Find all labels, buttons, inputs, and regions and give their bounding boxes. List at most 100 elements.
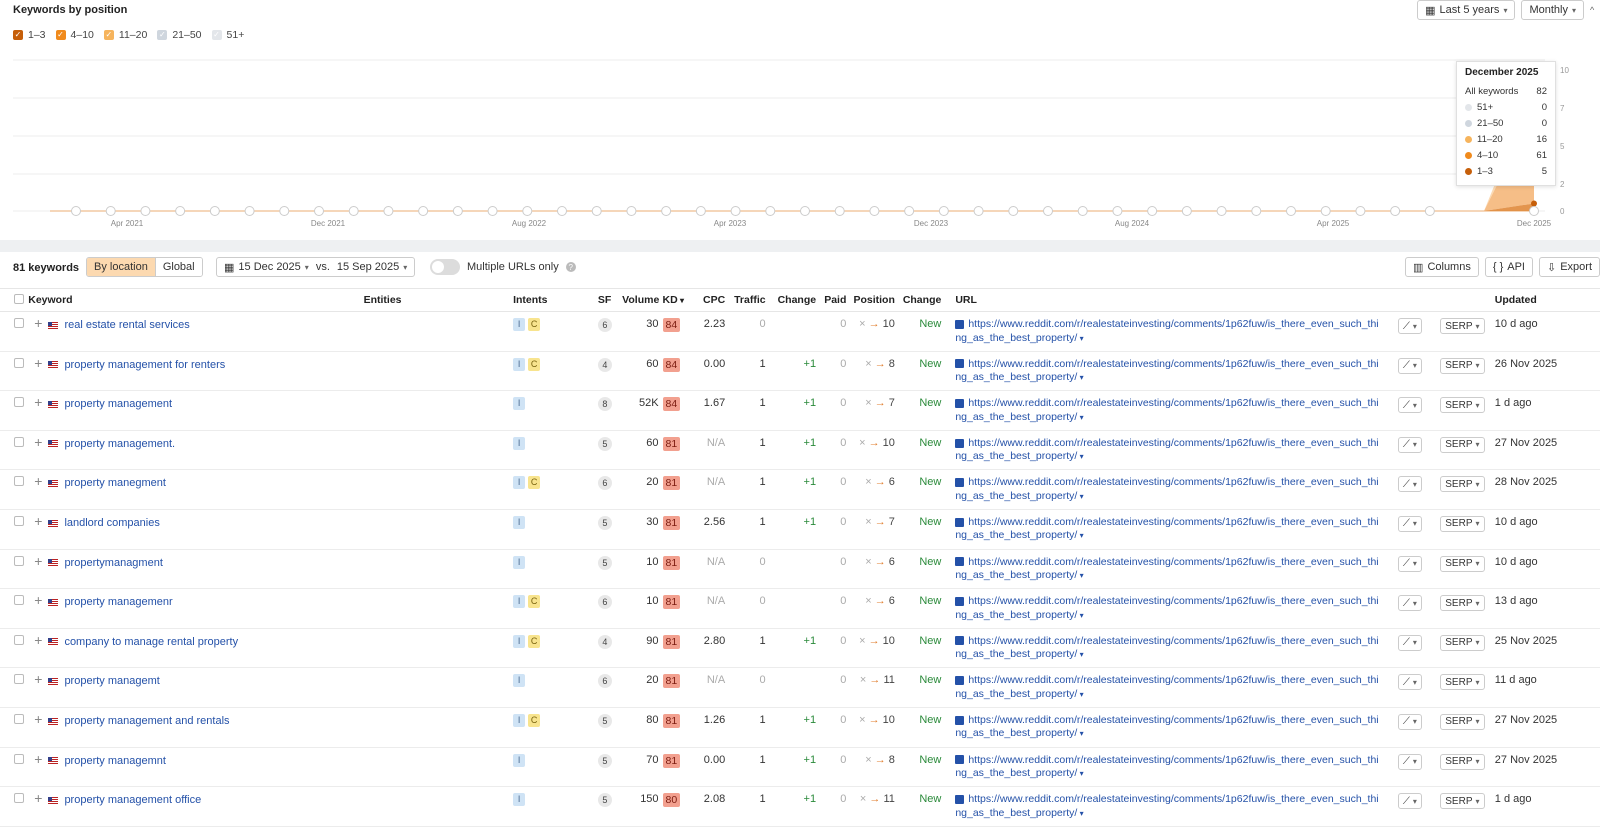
api-button[interactable]: { } API bbox=[1484, 257, 1533, 277]
header-position-change[interactable]: Change bbox=[896, 288, 944, 312]
serp-button[interactable]: SERP ▾ bbox=[1440, 357, 1485, 374]
header-sf[interactable]: SF bbox=[595, 288, 621, 312]
row-checkbox[interactable] bbox=[14, 357, 24, 368]
row-checkbox[interactable] bbox=[14, 634, 24, 645]
serp-button[interactable]: SERP ▾ bbox=[1440, 318, 1485, 334]
url-dropdown-icon[interactable]: ▾ bbox=[1077, 413, 1084, 422]
row-checkbox[interactable] bbox=[14, 476, 24, 487]
legend-item[interactable]: ✓ 1–3 bbox=[13, 29, 46, 41]
keyword-link[interactable]: company to manage rental property bbox=[64, 636, 238, 648]
serp-button[interactable]: SERP ▾ bbox=[1440, 713, 1485, 730]
row-checkbox[interactable] bbox=[14, 595, 24, 606]
row-checkbox[interactable] bbox=[14, 674, 24, 685]
trend-button[interactable]: ⟋ ▾ bbox=[1397, 753, 1422, 770]
interval-dropdown[interactable]: Monthly ▾ bbox=[1521, 0, 1584, 20]
sf-badge[interactable]: 8 bbox=[597, 397, 612, 412]
serp-button[interactable]: SERP ▾ bbox=[1440, 674, 1485, 691]
row-checkbox[interactable] bbox=[14, 555, 24, 566]
sf-badge[interactable]: 5 bbox=[597, 753, 612, 768]
header-intents[interactable]: Intents bbox=[511, 288, 596, 312]
trend-button[interactable]: ⟋ ▾ bbox=[1397, 555, 1422, 572]
row-checkbox[interactable] bbox=[14, 515, 24, 526]
url-link[interactable]: https://www.reddit.com/r/realestateinves… bbox=[955, 714, 1378, 740]
keyword-link[interactable]: property management and rentals bbox=[64, 715, 229, 727]
add-keyword-icon[interactable]: + bbox=[34, 394, 42, 410]
url-dropdown-icon[interactable]: ▾ bbox=[1077, 492, 1084, 501]
keyword-link[interactable]: property managemt bbox=[64, 675, 159, 687]
keyword-link[interactable]: property management bbox=[64, 398, 172, 410]
sf-badge[interactable]: 6 bbox=[597, 476, 612, 491]
header-volume[interactable]: Volume bbox=[620, 288, 661, 312]
sf-badge[interactable]: 5 bbox=[597, 436, 612, 451]
header-entities[interactable]: Entities bbox=[361, 288, 512, 312]
header-kd[interactable]: KD ▾ bbox=[660, 288, 689, 312]
keyword-link[interactable]: propertymanagment bbox=[64, 557, 162, 569]
serp-button[interactable]: SERP ▾ bbox=[1440, 436, 1485, 453]
trend-button[interactable]: ⟋ ▾ bbox=[1397, 595, 1422, 612]
sf-badge[interactable]: 6 bbox=[597, 674, 612, 689]
export-button[interactable]: ⇩ Export bbox=[1538, 257, 1600, 277]
row-checkbox[interactable] bbox=[14, 713, 24, 724]
url-dropdown-icon[interactable]: ▾ bbox=[1077, 571, 1084, 580]
sf-badge[interactable]: 4 bbox=[597, 634, 612, 649]
header-traffic[interactable]: Traffic bbox=[727, 288, 768, 312]
url-dropdown-icon[interactable]: ▾ bbox=[1077, 650, 1084, 659]
table-row[interactable]: + property managemnt I 5 70 81 0.00 1 +1 0 × → 8 Ne… bbox=[0, 747, 1600, 788]
sf-badge[interactable]: 6 bbox=[597, 595, 612, 610]
serp-button[interactable]: SERP ▾ bbox=[1440, 753, 1485, 770]
add-keyword-icon[interactable]: + bbox=[34, 671, 42, 687]
add-keyword-icon[interactable]: + bbox=[34, 751, 42, 767]
row-checkbox[interactable] bbox=[14, 436, 24, 447]
url-link[interactable]: https://www.reddit.com/r/realestateinves… bbox=[955, 516, 1378, 542]
url-link[interactable]: https://www.reddit.com/r/realestateinves… bbox=[955, 318, 1378, 344]
collapse-icon[interactable]: ^ bbox=[1590, 5, 1600, 15]
url-link[interactable]: https://www.reddit.com/r/realestateinves… bbox=[955, 476, 1378, 502]
help-icon[interactable]: ? bbox=[565, 262, 576, 272]
url-link[interactable]: https://www.reddit.com/r/realestateinves… bbox=[955, 397, 1378, 423]
url-dropdown-icon[interactable]: ▾ bbox=[1077, 452, 1084, 461]
serp-button[interactable]: SERP ▾ bbox=[1440, 476, 1485, 493]
keyword-link[interactable]: property manegment bbox=[64, 477, 166, 489]
add-keyword-icon[interactable]: + bbox=[34, 355, 42, 371]
keyword-link[interactable]: property management for renters bbox=[64, 359, 225, 371]
trend-button[interactable]: ⟋ ▾ bbox=[1397, 793, 1422, 810]
add-keyword-icon[interactable]: + bbox=[34, 790, 42, 806]
trend-button[interactable]: ⟋ ▾ bbox=[1397, 515, 1422, 532]
table-row[interactable]: + property managemt I 6 20 81 N/A 0 0 × → 11 New ht… bbox=[0, 667, 1600, 708]
keyword-link[interactable]: landlord companies bbox=[64, 517, 159, 529]
trend-button[interactable]: ⟋ ▾ bbox=[1397, 476, 1422, 493]
legend-item[interactable]: ✓ 21–50 bbox=[157, 29, 202, 41]
table-row[interactable]: + property managemenr I C 6 10 81 N/A 0 0 × → 6 New… bbox=[0, 588, 1600, 629]
add-keyword-icon[interactable]: + bbox=[34, 711, 42, 727]
global-button[interactable]: Global bbox=[154, 258, 202, 276]
multiple-urls-toggle[interactable] bbox=[430, 259, 460, 275]
sf-badge[interactable]: 5 bbox=[597, 713, 612, 728]
trend-button[interactable]: ⟋ ▾ bbox=[1397, 397, 1422, 414]
url-link[interactable]: https://www.reddit.com/r/realestateinves… bbox=[955, 556, 1378, 582]
sf-badge[interactable]: 5 bbox=[597, 555, 612, 570]
period-dropdown[interactable]: ▦ Last 5 years ▾ bbox=[1417, 0, 1516, 20]
add-keyword-icon[interactable]: + bbox=[34, 592, 42, 608]
url-dropdown-icon[interactable]: ▾ bbox=[1077, 769, 1084, 778]
row-checkbox[interactable] bbox=[14, 397, 24, 408]
table-row[interactable]: + property management I 8 52K 84 1.67 1 +1 0 × → 7… bbox=[0, 390, 1600, 431]
trend-button[interactable]: ⟋ ▾ bbox=[1397, 357, 1422, 374]
legend-item[interactable]: ✓ 4–10 bbox=[55, 29, 94, 41]
header-paid[interactable]: Paid bbox=[818, 288, 849, 312]
row-checkbox[interactable] bbox=[14, 793, 24, 804]
url-link[interactable]: https://www.reddit.com/r/realestateinves… bbox=[955, 358, 1378, 384]
header-cpc[interactable]: CPC bbox=[688, 288, 728, 312]
serp-button[interactable]: SERP ▾ bbox=[1440, 515, 1485, 532]
keyword-link[interactable]: property managemnt bbox=[64, 755, 166, 767]
sf-badge[interactable]: 5 bbox=[597, 515, 612, 530]
keyword-link[interactable]: property management. bbox=[64, 438, 175, 450]
trend-button[interactable]: ⟋ ▾ bbox=[1397, 713, 1422, 730]
table-row[interactable]: + property management and rentals I C 5 80 81 1… bbox=[0, 707, 1600, 748]
serp-button[interactable]: SERP ▾ bbox=[1440, 634, 1485, 651]
serp-button[interactable]: SERP ▾ bbox=[1440, 397, 1485, 414]
add-keyword-icon[interactable]: + bbox=[34, 553, 42, 569]
serp-button[interactable]: SERP ▾ bbox=[1440, 595, 1485, 612]
date-compare-dropdown[interactable]: ▦ 15 Dec 2025 ▾ vs. 15 Sep 2025 ▾ bbox=[216, 257, 416, 277]
add-keyword-icon[interactable]: + bbox=[34, 473, 42, 489]
sf-badge[interactable]: 5 bbox=[597, 793, 612, 808]
